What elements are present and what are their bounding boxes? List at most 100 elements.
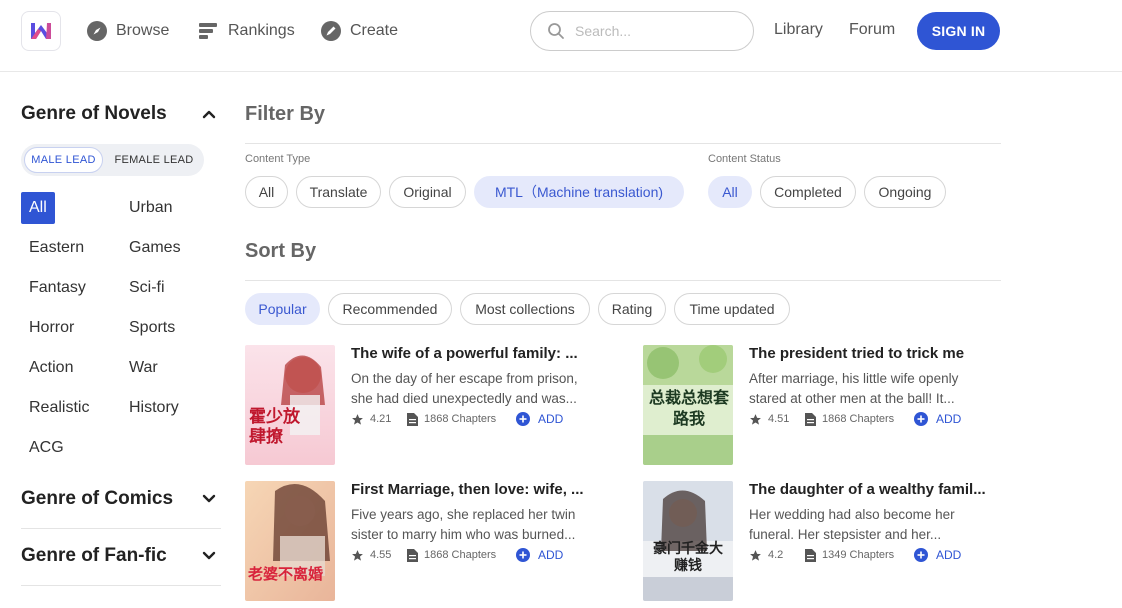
genre-eastern[interactable]: Eastern: [29, 232, 84, 264]
nav-browse[interactable]: Browse: [86, 19, 169, 43]
content-type-all[interactable]: All: [245, 176, 288, 208]
genre-fantasy[interactable]: Fantasy: [29, 272, 86, 304]
content-status-all[interactable]: All: [708, 176, 752, 208]
document-icon: [407, 412, 418, 426]
add-to-library-button[interactable]: ADD: [914, 412, 961, 426]
book-meta: 4.55 1868 Chapters ADD: [351, 546, 563, 564]
book-card[interactable]: 霍少放肆撩 The wife of a powerful family: ...…: [245, 345, 605, 467]
book-description: On the day of her escape from prison, sh…: [351, 371, 578, 406]
add-label: ADD: [538, 548, 564, 562]
genre-sci-fi[interactable]: Sci-fi: [129, 272, 165, 304]
sort-recommended[interactable]: Recommended: [328, 293, 452, 325]
sort-title: Sort By: [245, 240, 317, 262]
genre-comics-header[interactable]: Genre of Comics: [21, 488, 221, 510]
logo-icon: [31, 23, 51, 39]
genre-fanfic-title: Genre of Fan-fic: [21, 545, 167, 566]
book-rating-value: 4.51: [768, 413, 790, 425]
book-chapters: 1868 Chapters: [407, 412, 516, 426]
nav-create-label: Create: [350, 22, 399, 39]
male-lead-toggle[interactable]: MALE LEAD: [24, 147, 103, 173]
star-icon: [352, 413, 363, 425]
add-to-library-button[interactable]: ADD: [914, 548, 961, 562]
plus-circle-icon: [914, 548, 928, 562]
plus-circle-icon: [516, 412, 530, 426]
chevron-down-icon: [202, 551, 216, 560]
add-to-library-button[interactable]: ADD: [516, 548, 563, 562]
book-rating: 4.21: [351, 413, 407, 426]
bars-icon: [199, 23, 217, 39]
genre-novels-header[interactable]: Genre of Novels: [21, 103, 221, 125]
book-chapters: 1349 Chapters: [805, 548, 914, 562]
content-type-original[interactable]: Original: [389, 176, 466, 208]
book-title[interactable]: The daughter of a wealthy famil...: [749, 481, 1003, 498]
app-logo[interactable]: [21, 11, 61, 51]
add-to-library-button[interactable]: ADD: [516, 412, 563, 426]
book-cover[interactable]: 老婆不离婚: [245, 481, 335, 601]
genre-realistic[interactable]: Realistic: [29, 392, 89, 424]
sidebar-divider: [21, 585, 221, 586]
book-title[interactable]: First Marriage, then love: wife, ...: [351, 481, 605, 498]
genre-comics-title: Genre of Comics: [21, 488, 174, 509]
content-type-translate[interactable]: Translate: [296, 176, 381, 208]
lead-toggle: MALE LEAD FEMALE LEAD: [21, 144, 204, 176]
book-cover-title: 霍少放肆撩: [249, 407, 300, 447]
book-cover[interactable]: 豪门千金大赚钱: [643, 481, 733, 601]
book-description: Her wedding had also become her funeral.…: [749, 507, 955, 542]
star-icon: [352, 549, 363, 561]
nav-rankings-label: Rankings: [228, 22, 295, 39]
book-card[interactable]: 豪门千金大赚钱 The daughter of a wealthy famil.…: [643, 481, 1003, 603]
content-status-label: Content Status: [708, 153, 781, 165]
book-title[interactable]: The wife of a powerful family: ...: [351, 345, 605, 362]
chevron-down-icon: [202, 494, 216, 503]
filter-divider: [245, 143, 1001, 144]
document-icon: [805, 412, 816, 426]
content-status-completed[interactable]: Completed: [760, 176, 856, 208]
book-card[interactable]: 总裁总想套路我 The president tried to trick me …: [643, 345, 1003, 467]
content-status-ongoing[interactable]: Ongoing: [864, 176, 946, 208]
book-card[interactable]: 老婆不离婚 First Marriage, then love: wife, .…: [245, 481, 605, 603]
genre-urban[interactable]: Urban: [129, 192, 173, 224]
sort-most-collections[interactable]: Most collections: [460, 293, 590, 325]
pen-icon: [321, 21, 341, 41]
book-chapters: 1868 Chapters: [805, 412, 914, 426]
book-title[interactable]: The president tried to trick me: [749, 345, 1003, 362]
book-rating-value: 4.55: [370, 549, 392, 561]
nav-create[interactable]: Create: [320, 19, 398, 43]
sign-in-button[interactable]: SIGN IN: [917, 12, 1000, 50]
sort-divider: [245, 280, 1001, 281]
genre-games[interactable]: Games: [129, 232, 181, 264]
forum-link[interactable]: Forum: [849, 21, 895, 39]
sort-time-updated[interactable]: Time updated: [674, 293, 790, 325]
sort-rating[interactable]: Rating: [598, 293, 666, 325]
genre-all[interactable]: All: [21, 192, 55, 224]
search-box[interactable]: [530, 11, 754, 51]
genre-horror[interactable]: Horror: [29, 312, 74, 344]
document-icon: [407, 548, 418, 562]
book-cover-title: 总裁总想套路我: [649, 388, 730, 428]
female-lead-toggle[interactable]: FEMALE LEAD: [108, 147, 200, 173]
library-link[interactable]: Library: [774, 21, 823, 39]
nav-browse-label: Browse: [116, 22, 170, 39]
book-chapters-value: 1868 Chapters: [424, 413, 497, 425]
book-cover[interactable]: 霍少放肆撩: [245, 345, 335, 465]
book-chapters: 1868 Chapters: [407, 548, 516, 562]
book-rating-value: 4.2: [768, 549, 784, 561]
book-description: Five years ago, she replaced her twin si…: [351, 507, 576, 542]
nav-rankings[interactable]: Rankings: [198, 19, 295, 43]
sort-popular[interactable]: Popular: [245, 293, 320, 325]
top-header: Browse Rankings Create Library Forum SIG…: [0, 0, 1122, 72]
genre-acg[interactable]: ACG: [29, 432, 64, 464]
filter-title: Filter By: [245, 103, 326, 125]
genre-sports[interactable]: Sports: [129, 312, 175, 344]
search-input[interactable]: [575, 23, 735, 39]
book-description: After marriage, his little wife openly s…: [749, 371, 959, 406]
genre-war[interactable]: War: [129, 352, 158, 384]
content-type-mtl[interactable]: MTL（Machine translation): [474, 176, 684, 208]
book-cover[interactable]: 总裁总想套路我: [643, 345, 733, 465]
genre-fanfic-header[interactable]: Genre of Fan-fic: [21, 545, 221, 567]
genre-action[interactable]: Action: [29, 352, 73, 384]
plus-circle-icon: [914, 412, 928, 426]
book-rating: 4.51: [749, 413, 805, 426]
genre-history[interactable]: History: [129, 392, 179, 424]
genre-novels-title: Genre of Novels: [21, 103, 167, 124]
